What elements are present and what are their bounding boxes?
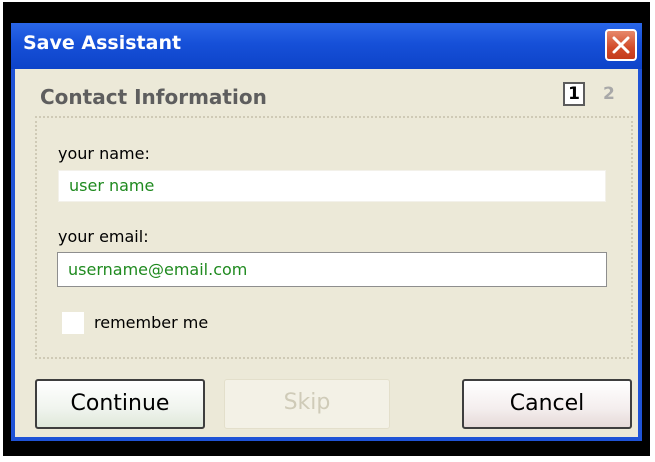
- skip-button[interactable]: Skip: [224, 379, 390, 429]
- email-label: your email:: [58, 227, 149, 246]
- remember-me-label[interactable]: remember me: [94, 313, 208, 332]
- email-input[interactable]: username@email.com: [57, 252, 607, 287]
- section-title: Contact Information: [40, 85, 267, 109]
- cancel-button[interactable]: Cancel: [462, 379, 632, 429]
- step-indicator-current: 1: [563, 82, 585, 106]
- step-indicator-next[interactable]: 2: [603, 82, 615, 106]
- name-input[interactable]: user name: [58, 170, 606, 202]
- title-bar[interactable]: Save Assistant: [11, 23, 642, 69]
- close-x-icon: [612, 36, 630, 54]
- continue-button[interactable]: Continue: [35, 379, 205, 429]
- name-label: your name:: [58, 144, 150, 163]
- window-title: Save Assistant: [23, 32, 182, 54]
- remember-me-checkbox[interactable]: [62, 312, 84, 334]
- close-button[interactable]: [605, 29, 637, 61]
